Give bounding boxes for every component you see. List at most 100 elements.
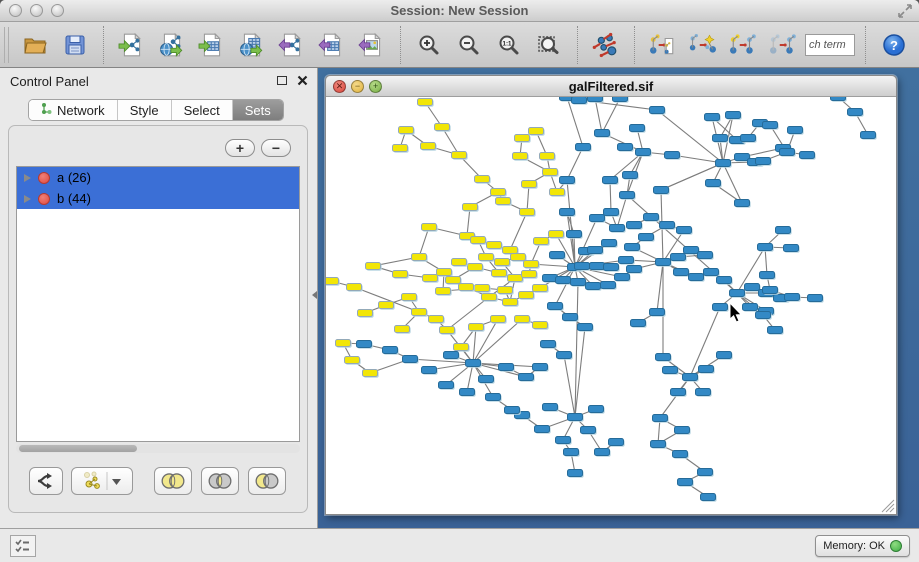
set-row-b[interactable]: b (44): [17, 188, 299, 209]
graph-node[interactable]: [644, 214, 659, 221]
graph-node[interactable]: [529, 128, 544, 135]
graph-node[interactable]: [595, 449, 610, 456]
graph-node[interactable]: [486, 394, 501, 401]
graph-node[interactable]: [756, 312, 771, 319]
union-sets-button[interactable]: [154, 467, 192, 495]
graph-node[interactable]: [423, 275, 438, 282]
graph-node[interactable]: [651, 441, 666, 448]
graph-node[interactable]: [673, 451, 688, 458]
graph-node[interactable]: [422, 224, 437, 231]
new-network-from-selection-button[interactable]: [645, 26, 681, 64]
graph-node[interactable]: [357, 341, 372, 348]
graph-edge[interactable]: [657, 262, 663, 312]
graph-node[interactable]: [567, 231, 582, 238]
graph-node[interactable]: [568, 470, 583, 477]
graph-node[interactable]: [412, 309, 427, 316]
graph-node[interactable]: [347, 284, 362, 291]
save-session-button[interactable]: [57, 26, 93, 64]
graph-node[interactable]: [498, 287, 513, 294]
network-canvas[interactable]: [326, 97, 896, 514]
graph-node[interactable]: [717, 352, 732, 359]
graph-node[interactable]: [788, 127, 803, 134]
graph-node[interactable]: [508, 275, 523, 282]
graph-node[interactable]: [491, 189, 506, 196]
graph-node[interactable]: [482, 294, 497, 301]
graph-node[interactable]: [519, 292, 534, 299]
graph-node[interactable]: [704, 269, 719, 276]
zoom-in-button[interactable]: [411, 26, 447, 64]
graph-node[interactable]: [513, 153, 528, 160]
graph-node[interactable]: [601, 282, 616, 289]
graph-node[interactable]: [735, 200, 750, 207]
float-panel-icon[interactable]: [277, 76, 287, 85]
remove-set-button[interactable]: −: [261, 139, 291, 157]
hide-selected-button[interactable]: [725, 26, 761, 64]
graph-node[interactable]: [588, 247, 603, 254]
difference-sets-button[interactable]: [248, 467, 286, 495]
graph-node[interactable]: [650, 107, 665, 114]
scrollbar-thumb[interactable]: [19, 445, 137, 452]
graph-node[interactable]: [763, 287, 778, 294]
tab-style[interactable]: Style: [118, 100, 172, 120]
graph-node[interactable]: [678, 479, 693, 486]
graph-node[interactable]: [848, 109, 863, 116]
graph-node[interactable]: [590, 215, 605, 222]
graph-node[interactable]: [548, 303, 563, 310]
window-titlebar[interactable]: Session: New Session: [0, 0, 919, 22]
help-button[interactable]: ?: [876, 26, 912, 64]
graph-node[interactable]: [613, 97, 628, 102]
graph-node[interactable]: [726, 112, 741, 119]
show-all-button[interactable]: [765, 26, 801, 64]
export-image-button[interactable]: [354, 26, 390, 64]
graph-node[interactable]: [717, 277, 732, 284]
graph-node[interactable]: [541, 341, 556, 348]
memory-status-button[interactable]: Memory: OK: [815, 535, 910, 557]
graph-node[interactable]: [696, 389, 711, 396]
graph-node[interactable]: [475, 285, 490, 292]
close-panel-icon[interactable]: [296, 74, 308, 86]
tab-network[interactable]: Network: [29, 100, 118, 120]
graph-node[interactable]: [395, 326, 410, 333]
graph-node[interactable]: [534, 238, 549, 245]
graph-node[interactable]: [418, 99, 433, 106]
open-session-button[interactable]: [17, 26, 53, 64]
graph-node[interactable]: [756, 158, 771, 165]
graph-node[interactable]: [650, 309, 665, 316]
zoom-out-button[interactable]: [451, 26, 487, 64]
tab-select[interactable]: Select: [172, 100, 233, 120]
graph-node[interactable]: [515, 316, 530, 323]
graph-node[interactable]: [706, 180, 721, 187]
graph-edge[interactable]: [510, 212, 527, 250]
import-table-from-web-button[interactable]: [234, 26, 270, 64]
graph-node[interactable]: [586, 283, 601, 290]
graph-node[interactable]: [491, 316, 506, 323]
network-frame-titlebar[interactable]: ✕ − + galFiltered.sif: [326, 76, 896, 97]
graph-node[interactable]: [549, 231, 564, 238]
graph-node[interactable]: [654, 187, 669, 194]
graph-node[interactable]: [492, 270, 507, 277]
graph-node[interactable]: [716, 160, 731, 167]
graph-node[interactable]: [452, 152, 467, 159]
graph-node[interactable]: [768, 327, 783, 334]
graph-node[interactable]: [595, 130, 610, 137]
graph-node[interactable]: [636, 149, 651, 156]
graph-node[interactable]: [326, 278, 339, 285]
graph-node[interactable]: [713, 135, 728, 142]
graph-node[interactable]: [520, 209, 535, 216]
graph-node[interactable]: [631, 320, 646, 327]
graph-node[interactable]: [730, 290, 745, 297]
graph-node[interactable]: [808, 295, 823, 302]
graph-node[interactable]: [471, 237, 486, 244]
graph-node[interactable]: [625, 244, 640, 251]
graph-node[interactable]: [784, 245, 799, 252]
graph-node[interactable]: [479, 376, 494, 383]
graph-node[interactable]: [701, 494, 716, 501]
graph-node[interactable]: [861, 132, 876, 139]
graph-node[interactable]: [572, 97, 587, 104]
graph-node[interactable]: [656, 354, 671, 361]
graph-node[interactable]: [590, 263, 605, 270]
graph-node[interactable]: [556, 277, 571, 284]
graph-node[interactable]: [487, 242, 502, 249]
graph-node[interactable]: [463, 204, 478, 211]
graph-node[interactable]: [503, 247, 518, 254]
